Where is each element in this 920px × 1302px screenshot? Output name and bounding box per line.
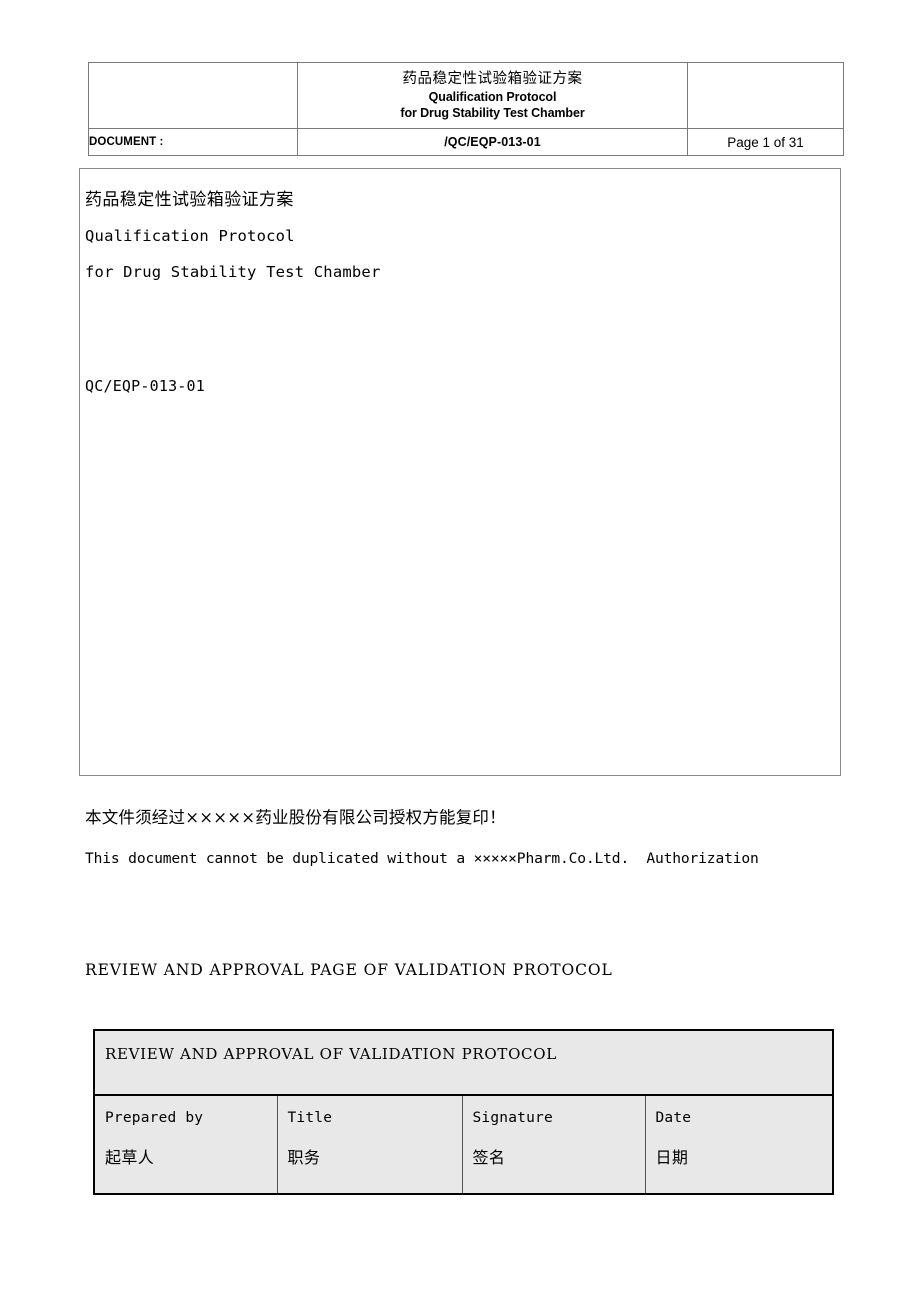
- approval-column-date-cn: 日期: [655, 1148, 689, 1167]
- header-blank-right-cell: [687, 62, 844, 129]
- approval-table-header-row: Prepared by 起草人 Title 职务 Signature 签名 Da…: [93, 1094, 835, 1195]
- header-title-cell: 药品稳定性试验箱验证方案 Qualification Protocol for …: [297, 62, 688, 129]
- cover-document-code: QC/EQP-013-01: [85, 377, 205, 395]
- header-title-english-line1: Qualification Protocol: [428, 90, 557, 104]
- approval-table: REVIEW AND APPROVAL OF VALIDATION PROTOC…: [92, 1029, 835, 1195]
- copyright-chinese: 本文件须经过×××××药业股份有限公司授权方能复印！: [85, 808, 506, 827]
- page-indicator: Page 1 of 31: [687, 128, 844, 156]
- document-label: DOCUMENT :: [88, 128, 298, 156]
- header-row-document: DOCUMENT : /QC/EQP-013-01 Page 1 of 31: [88, 128, 844, 156]
- approval-column-prepared-by-cn: 起草人: [105, 1148, 155, 1167]
- approval-column-signature-en: Signature: [472, 1110, 553, 1126]
- header-title-english-line2: for Drug Stability Test Chamber: [400, 106, 585, 120]
- approval-table-title-cell: REVIEW AND APPROVAL OF VALIDATION PROTOC…: [92, 1029, 835, 1096]
- approval-table-title-row: REVIEW AND APPROVAL OF VALIDATION PROTOC…: [92, 1029, 835, 1096]
- approval-column-title-cn: 职务: [287, 1148, 321, 1167]
- approval-column-title-en: Title: [287, 1110, 333, 1126]
- approval-column-prepared-by-en: Prepared by: [105, 1110, 204, 1126]
- page-header-table: 药品稳定性试验箱验证方案 Qualification Protocol for …: [88, 62, 844, 156]
- approval-column-signature-cn: 签名: [472, 1148, 506, 1167]
- copyright-english: This document cannot be duplicated witho…: [85, 850, 759, 867]
- approval-table-title: REVIEW AND APPROVAL OF VALIDATION PROTOC…: [105, 1045, 557, 1063]
- approval-column-prepared-by: Prepared by 起草人: [93, 1094, 278, 1195]
- header-blank-left-cell: [88, 62, 298, 129]
- header-row-title: 药品稳定性试验箱验证方案 Qualification Protocol for …: [88, 62, 844, 129]
- approval-column-date-en: Date: [655, 1110, 692, 1126]
- cover-title-english-line2: for Drug Stability Test Chamber: [85, 263, 381, 281]
- approval-column-title: Title 职务: [276, 1094, 463, 1195]
- cover-title-english-line1: Qualification Protocol: [85, 227, 295, 245]
- header-title-chinese: 药品稳定性试验箱验证方案: [402, 71, 583, 87]
- cover-title-chinese: 药品稳定性试验箱验证方案: [85, 190, 294, 210]
- section-heading: REVIEW AND APPROVAL PAGE OF VALIDATION P…: [85, 961, 613, 979]
- approval-column-date: Date 日期: [644, 1094, 835, 1195]
- approval-column-signature: Signature 签名: [461, 1094, 646, 1195]
- cover-inner: 药品稳定性试验箱验证方案 Qualification Protocol for …: [80, 169, 840, 395]
- cover-content-box: 药品稳定性试验箱验证方案 Qualification Protocol for …: [79, 168, 841, 776]
- document-number: /QC/EQP-013-01: [297, 128, 688, 156]
- copyright-block: 本文件须经过×××××药业股份有限公司授权方能复印！ This document…: [85, 805, 875, 872]
